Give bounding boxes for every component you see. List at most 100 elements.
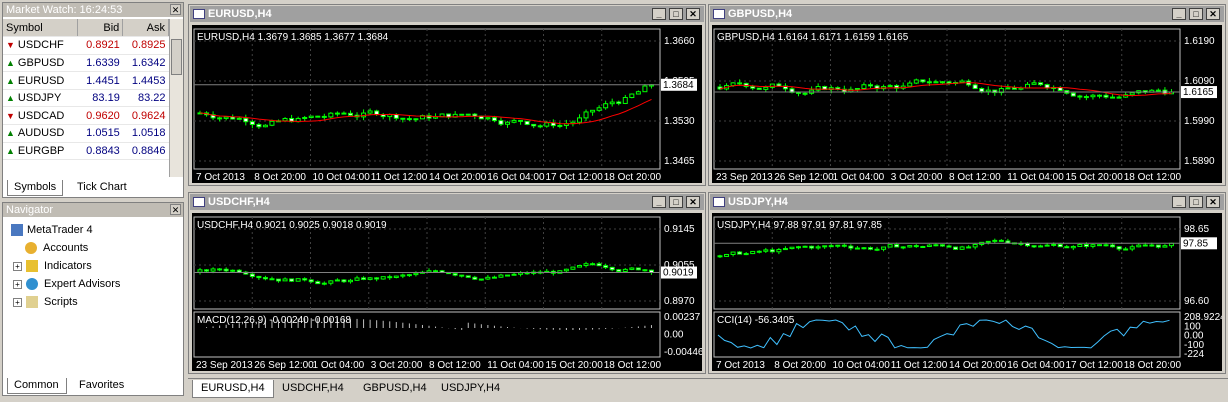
price-chart[interactable]: 1.36601.35951.35301.34651.3684EURUSD,H4 … bbox=[192, 25, 702, 183]
tab-usdchf-h4[interactable]: USDCHF,H4 bbox=[274, 380, 352, 398]
chart-window-usdjpy[interactable]: USDJPY,H4 _ □ ✕ 98.65 96.60 97.85 USDJPY,H4 97… bbox=[708, 192, 1226, 374]
chart-canvas[interactable]: 1.36601.35951.35301.34651.3684EURUSD,H4 … bbox=[192, 25, 702, 183]
price-chart[interactable]: 1.6190 1.6090 1.5990 1.5890 1.6165 GBPUSD,H4 … bbox=[712, 25, 1222, 183]
table-row[interactable]: ▼ USDCHF 0.8921 0.8925 bbox=[3, 36, 169, 55]
nav-item-accounts[interactable]: Accounts bbox=[25, 239, 88, 257]
indicators-icon bbox=[26, 260, 38, 273]
table-row[interactable]: ▲ EURUSD 1.4451 1.4453 bbox=[3, 71, 169, 90]
time-axis-label: 11 Oct 12:00 bbox=[891, 360, 948, 371]
tab-eurusd-h4[interactable]: EURUSD,H4 bbox=[192, 380, 274, 398]
tab-gbpusd-h4[interactable]: GBPUSD,H4 bbox=[355, 380, 435, 398]
price-chart[interactable]: 98.65 96.60 97.85 USDJPY,H4 97.88 97.91 97.… bbox=[712, 213, 1222, 371]
column-header-bid[interactable]: Bid bbox=[77, 19, 124, 38]
tab-favorites[interactable]: Favorites bbox=[73, 378, 130, 394]
nav-item-expert-advisors[interactable]: + Expert Advisors bbox=[13, 275, 120, 293]
table-row[interactable]: ▲ EURGBP 0.8843 0.8846 bbox=[3, 142, 169, 161]
candle-body bbox=[308, 115, 314, 119]
navigator-title: Navigator ✕ bbox=[3, 203, 183, 217]
candle-body bbox=[616, 269, 622, 272]
candle-body bbox=[920, 245, 926, 248]
candle-body bbox=[1005, 240, 1011, 244]
tab-tick-chart[interactable]: Tick Chart bbox=[71, 180, 133, 196]
price-chart[interactable]: 0.9145 0.9055 0.8970 0.9019 USDCHF,H4 0.9021… bbox=[192, 213, 702, 371]
chart-canvas[interactable]: 1.6190 1.6090 1.5990 1.5890 1.6165 GBPUSD,H4 … bbox=[712, 25, 1222, 183]
tab-common[interactable]: Common bbox=[7, 378, 67, 394]
maximize-icon[interactable]: □ bbox=[669, 8, 683, 20]
chart-window-usdchf[interactable]: USDCHF,H4 _ □ ✕ 0.9145 0.9055 0.8970 0.9019 USD… bbox=[188, 192, 706, 374]
chart-icon bbox=[193, 197, 205, 207]
chart-window-title[interactable]: USDCHF,H4 _ □ ✕ bbox=[190, 194, 704, 210]
candle-body bbox=[796, 246, 802, 249]
column-header-ask[interactable]: Ask bbox=[122, 19, 169, 38]
candle-body bbox=[603, 265, 609, 268]
minimize-icon[interactable]: _ bbox=[1172, 8, 1186, 20]
nav-item-indicators[interactable]: + Indicators bbox=[13, 257, 92, 275]
candle-body bbox=[276, 278, 282, 282]
market-watch-scrollbar[interactable] bbox=[169, 19, 183, 177]
symbol-cell: ▲ EURUSD bbox=[3, 71, 78, 90]
price-label: 1.6090 bbox=[1184, 76, 1215, 87]
maximize-icon[interactable]: □ bbox=[1189, 8, 1203, 20]
chart-window-gbpusd[interactable]: GBPUSD,H4 _ □ ✕ 1.6190 1.6090 1.5990 1.5890 1.6… bbox=[708, 4, 1226, 186]
candle-body bbox=[782, 248, 788, 251]
chart-window-eurusd[interactable]: EURUSD,H4 _□✕ 1.36601.35951.35301.34651.3… bbox=[188, 4, 706, 186]
minimize-icon[interactable]: _ bbox=[652, 196, 666, 208]
tab-symbols[interactable]: Symbols bbox=[7, 180, 64, 196]
minimize-icon[interactable]: _ bbox=[652, 8, 666, 20]
table-row[interactable]: ▲ USDJPY 83.19 83.22 bbox=[3, 89, 169, 108]
close-icon[interactable]: ✕ bbox=[1206, 196, 1220, 208]
nav-item-label: Indicators bbox=[44, 260, 92, 272]
tab-usdjpy-h4[interactable]: USDJPY,H4 bbox=[433, 380, 508, 398]
candle-body bbox=[1031, 245, 1037, 248]
chart-window-title[interactable]: EURUSD,H4 _ □ ✕ bbox=[190, 6, 704, 22]
close-icon[interactable]: ✕ bbox=[686, 196, 700, 208]
nav-item-scripts[interactable]: + Scripts bbox=[13, 293, 78, 311]
candle-body bbox=[635, 267, 641, 271]
maximize-icon[interactable]: □ bbox=[669, 196, 683, 208]
expand-plus-icon[interactable]: + bbox=[13, 261, 22, 271]
candle-body bbox=[230, 269, 236, 272]
candle-body bbox=[485, 276, 491, 280]
candle-body bbox=[635, 91, 641, 95]
close-icon[interactable]: ✕ bbox=[686, 8, 700, 20]
nav-root-metatrader[interactable]: MetaTrader 4 bbox=[11, 221, 93, 239]
expand-plus-icon[interactable]: + bbox=[13, 297, 22, 307]
arrow-up-icon: ▲ bbox=[6, 93, 15, 104]
time-axis-label: 3 Oct 20:00 bbox=[891, 172, 943, 183]
time-axis-label: 15 Oct 20:00 bbox=[1066, 172, 1124, 183]
candle-body bbox=[913, 245, 919, 248]
close-icon[interactable]: ✕ bbox=[170, 204, 181, 215]
scrollbar-thumb[interactable] bbox=[171, 39, 182, 75]
candle-body bbox=[1096, 244, 1102, 247]
candle-body bbox=[354, 277, 360, 281]
maximize-icon[interactable]: □ bbox=[1189, 196, 1203, 208]
candle-body bbox=[590, 109, 596, 113]
candle-body bbox=[583, 111, 589, 119]
expand-plus-icon[interactable]: + bbox=[13, 279, 22, 289]
candle-body bbox=[939, 244, 945, 247]
candle-body bbox=[1123, 248, 1129, 251]
current-price-label: 97.85 bbox=[1183, 238, 1208, 249]
chart-window-title[interactable]: USDJPY,H4 _ □ ✕ bbox=[710, 194, 1224, 210]
close-icon[interactable]: ✕ bbox=[1206, 8, 1220, 20]
candle-body bbox=[230, 116, 236, 120]
chart-icon bbox=[713, 9, 725, 19]
chart-window-title[interactable]: GBPUSD,H4 _ □ ✕ bbox=[710, 6, 1224, 22]
nav-item-label: Accounts bbox=[43, 242, 89, 254]
symbol-cell: ▲ EURGBP bbox=[3, 142, 78, 161]
chart-title-text: GBPUSD,H4 bbox=[728, 8, 793, 20]
minimize-icon[interactable]: _ bbox=[1172, 196, 1186, 208]
table-row[interactable]: ▼ USDCAD 0.9620 0.9624 bbox=[3, 106, 169, 126]
candle-body bbox=[531, 123, 537, 127]
close-icon[interactable]: ✕ bbox=[170, 4, 181, 15]
candle-body bbox=[347, 112, 353, 116]
table-row[interactable]: ▲ GBPUSD 1.6339 1.6342 bbox=[3, 54, 169, 73]
candle-body bbox=[413, 118, 419, 121]
chart-canvas[interactable]: 0.91450.90550.89700.9019USDCHF,H4 0.9021… bbox=[192, 213, 702, 371]
candle-body bbox=[557, 124, 563, 127]
chart-canvas[interactable]: 98.65 96.60 97.85 USDJPY,H4 97.88 97.91 97.… bbox=[712, 213, 1222, 371]
candle-body bbox=[1136, 244, 1142, 248]
column-header-symbol[interactable]: Symbol bbox=[3, 19, 78, 38]
table-row[interactable]: ▲ AUDUSD 1.0515 1.0518 bbox=[3, 124, 169, 143]
time-axis-label: 15 Oct 20:00 bbox=[546, 360, 604, 371]
